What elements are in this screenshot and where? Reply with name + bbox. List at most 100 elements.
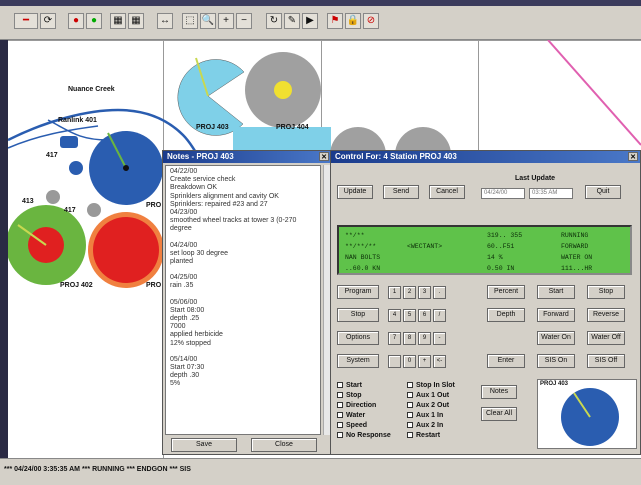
control-titlebar[interactable]: Control For: 4 Station PROJ 403 ✕ (331, 151, 640, 163)
keypad-key[interactable]: . (433, 286, 446, 299)
keypad-key[interactable]: - (433, 332, 446, 345)
keypad-key[interactable]: 8 (403, 332, 416, 345)
alarm-checkbox[interactable]: Aux 2 In (407, 421, 443, 430)
function-button[interactable]: Program (337, 285, 379, 299)
notes-button[interactable]: Notes (481, 385, 517, 399)
keypad-key[interactable]: 6 (418, 309, 431, 322)
checkbox-icon[interactable] (337, 382, 343, 388)
alarm-checkbox[interactable]: Aux 1 Out (407, 391, 449, 400)
command-button[interactable]: Enter (487, 354, 525, 368)
checkbox-icon[interactable] (337, 422, 343, 428)
function-button[interactable]: Stop (337, 308, 379, 322)
keypad-key[interactable]: 0 (403, 355, 416, 368)
keypad-key[interactable]: 1 (388, 286, 401, 299)
refresh-icon[interactable]: ⟳ (40, 13, 56, 29)
command-button[interactable]: Start (537, 285, 575, 299)
checkbox-icon[interactable] (337, 402, 343, 408)
pivot-label: PRO (146, 282, 162, 289)
keypad-key[interactable]: 9 (418, 332, 431, 345)
pivot-thumbnail: PROJ 403 (537, 379, 637, 449)
zoom-in-icon[interactable]: + (218, 13, 234, 29)
cancel-button[interactable]: Cancel (429, 185, 465, 199)
lcd-row: **/**/** <WECTANT> 60..F51 FORWARD (345, 241, 624, 252)
save-button[interactable]: Save (171, 438, 237, 452)
checkbox-icon[interactable] (337, 392, 343, 398)
command-button[interactable]: SIS Off (587, 354, 625, 368)
command-button[interactable]: Depth (487, 308, 525, 322)
clear-all-button[interactable]: Clear All (481, 407, 517, 421)
rotate-icon[interactable]: ↻ (266, 13, 282, 29)
checkbox-icon[interactable] (407, 402, 413, 408)
stop-icon[interactable]: ● (68, 13, 84, 29)
close-icon[interactable]: ✕ (319, 152, 329, 161)
run-icon[interactable]: ● (86, 13, 102, 29)
update-button[interactable]: Update (337, 185, 373, 199)
function-button[interactable]: System (337, 354, 379, 368)
notes-window: Notes - PROJ 403 ✕ 04/22/00 Create servic… (162, 150, 332, 455)
command-button[interactable]: Reverse (587, 308, 625, 322)
alarm-checkbox[interactable]: Stop In Slot (407, 381, 455, 390)
note-line: 7000 (170, 323, 186, 331)
alarm-checkbox[interactable]: Direction (337, 401, 376, 410)
note-line: rain .35 (170, 282, 194, 290)
lock-icon[interactable]: 🔒 (345, 13, 361, 29)
command-button[interactable]: Water Off (587, 331, 625, 345)
checkbox-icon[interactable] (407, 432, 413, 438)
close-button[interactable]: Close (251, 438, 317, 452)
grid-icon[interactable]: ▦ (110, 13, 126, 29)
alarm-label: Aux 1 In (416, 412, 444, 419)
command-button[interactable]: Percent (487, 285, 525, 299)
alarm-label: Aux 2 Out (416, 402, 450, 409)
checkbox-icon[interactable] (407, 412, 413, 418)
grid-alt-icon[interactable]: ▦ (128, 13, 144, 29)
keypad-key[interactable]: / (433, 309, 446, 322)
alarm-label: No Response (346, 432, 391, 439)
flag-icon[interactable]: ⚑ (327, 13, 343, 29)
quit-button[interactable]: Quit (585, 185, 621, 199)
zoom-out-icon[interactable]: − (236, 13, 252, 29)
keypad-key[interactable] (388, 355, 401, 368)
checkbox-icon[interactable] (407, 392, 413, 398)
notes-textarea[interactable]: 04/22/00 Create service check Breakdown OK… (165, 165, 321, 435)
command-button[interactable]: SIS On (537, 354, 575, 368)
alarm-label: Restart (416, 432, 441, 439)
keypad-key[interactable]: 3 (418, 286, 431, 299)
keypad-key[interactable]: + (418, 355, 431, 368)
keypad-key[interactable]: <- (433, 355, 446, 368)
alarm-checkbox[interactable]: Water (337, 411, 365, 420)
alarm-checkbox[interactable]: Stop (337, 391, 362, 400)
lcd-cell: 60..F51 (487, 243, 515, 250)
alarm-checkbox[interactable]: Start (337, 381, 362, 390)
checkbox-icon[interactable] (337, 412, 343, 418)
alarm-checkbox[interactable]: Restart (407, 431, 440, 440)
keypad-key[interactable]: 7 (388, 332, 401, 345)
alarm-checkbox[interactable]: No Response (337, 431, 391, 440)
zoom-icon[interactable]: 🔍 (200, 13, 216, 29)
keypad-key[interactable]: 2 (403, 286, 416, 299)
alarm-checkbox[interactable]: Speed (337, 421, 367, 430)
pencil-icon[interactable]: ✎ (284, 13, 300, 29)
keypad-key[interactable]: 5 (403, 309, 416, 322)
command-button[interactable]: Forward (537, 308, 575, 322)
checkbox-icon[interactable] (407, 382, 413, 388)
exit-icon[interactable]: ━ (14, 13, 38, 29)
alarm-checkbox[interactable]: Aux 2 Out (407, 401, 449, 410)
pan-icon[interactable]: ↔ (157, 13, 173, 29)
no-icon[interactable]: ⊘ (363, 13, 379, 29)
checkbox-icon[interactable] (337, 432, 343, 438)
notes-titlebar[interactable]: Notes - PROJ 403 ✕ (163, 151, 331, 163)
command-button[interactable]: Water On (537, 331, 575, 345)
function-button[interactable]: Options (337, 331, 379, 345)
note-line: Create service check (170, 176, 236, 184)
keypad-key[interactable]: 4 (388, 309, 401, 322)
lcd-cell: **/** (345, 232, 365, 239)
send-button[interactable]: Send (383, 185, 419, 199)
note-line: set loop 30 degree (170, 249, 228, 257)
checkbox-icon[interactable] (407, 422, 413, 428)
command-button[interactable]: Stop (587, 285, 625, 299)
play-icon[interactable]: ▶ (302, 13, 318, 29)
note-line: 04/25/00 (170, 274, 198, 282)
select-zoom-icon[interactable]: ⬚ (182, 13, 198, 29)
alarm-checkbox[interactable]: Aux 1 In (407, 411, 443, 420)
close-icon[interactable]: ✕ (628, 152, 638, 161)
